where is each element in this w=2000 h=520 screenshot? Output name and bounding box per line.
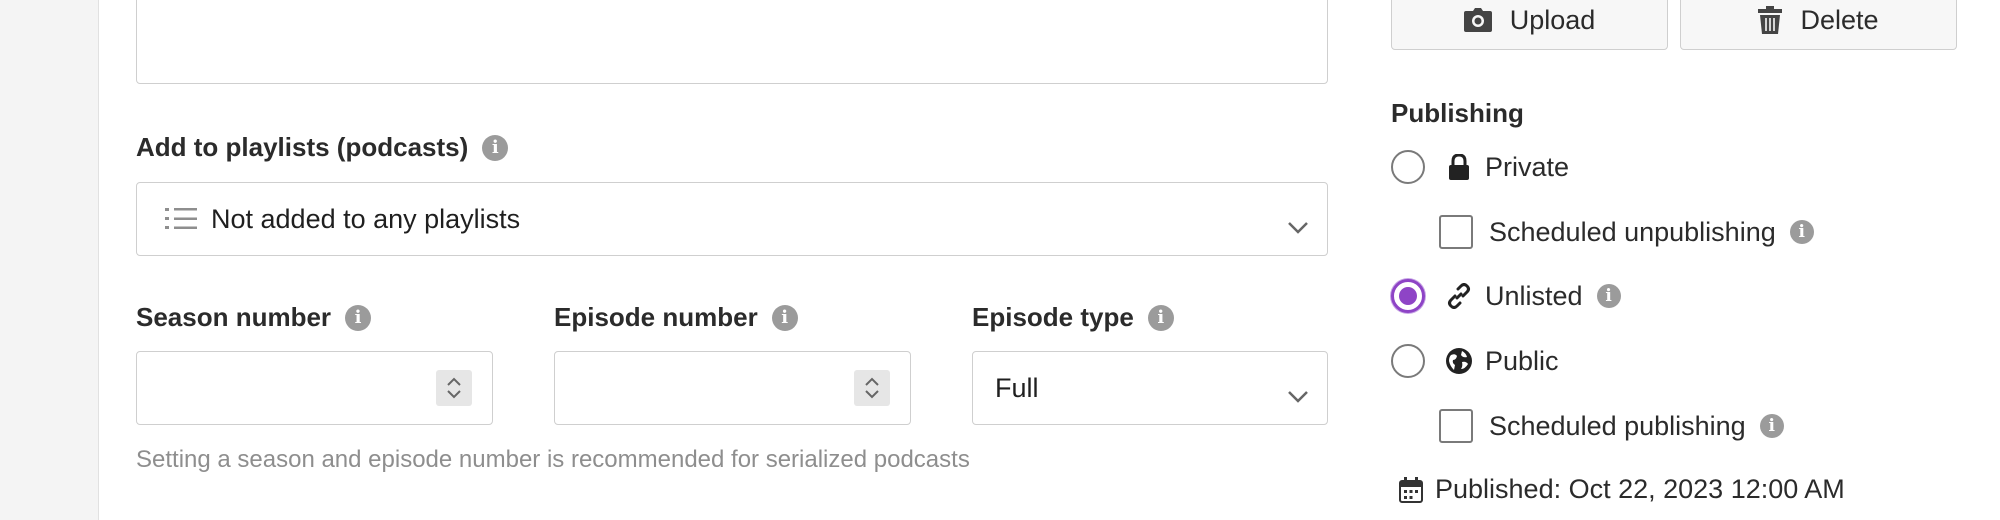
delete-button[interactable]: Delete [1680,0,1957,50]
info-icon[interactable]: i [1596,284,1621,308]
scheduled-publishing-option[interactable]: Scheduled publishing i [1439,409,1784,443]
season-number-input[interactable] [136,351,493,425]
private-label: Private [1485,151,1570,182]
episode-number-input[interactable] [554,351,911,425]
unlisted-label: Unlisted [1485,280,1583,311]
link-icon [1445,282,1473,310]
info-icon[interactable]: i [1147,304,1174,331]
scheduled-unpublishing-option[interactable]: Scheduled unpublishing i [1439,215,1814,249]
public-option[interactable]: Public [1391,344,1559,378]
public-label: Public [1485,345,1559,376]
stepper-icon[interactable] [854,370,890,406]
season-number-label-text: Season number [136,302,332,332]
unlisted-option[interactable]: Unlisted i [1391,279,1621,313]
private-option[interactable]: Private [1391,150,1569,184]
left-gutter [0,0,99,520]
private-radio[interactable] [1391,150,1425,184]
unlisted-radio[interactable] [1391,279,1425,313]
public-radio[interactable] [1391,344,1425,378]
playlists-select[interactable]: Not added to any playlists [136,182,1328,256]
episode-type-label-text: Episode type [972,302,1134,332]
info-icon[interactable]: i [1789,220,1814,244]
publishing-title: Publishing [1391,98,1524,128]
playlists-selected-value: Not added to any playlists [211,203,521,234]
list-icon [165,206,197,232]
published-date-text: Published: Oct 22, 2023 12:00 AM [1435,474,1845,504]
episode-type-select[interactable]: Full [972,351,1328,425]
scheduled-publishing-label: Scheduled publishing [1489,410,1746,441]
description-textarea[interactable] [136,0,1328,84]
info-icon[interactable]: i [771,304,798,331]
episode-type-selected-value: Full [995,372,1039,403]
episode-type-label: Episode type i [972,302,1174,333]
info-icon[interactable]: i [345,304,372,331]
calendar-icon [1397,476,1425,504]
info-icon[interactable]: i [482,134,509,161]
upload-button-label: Upload [1509,4,1596,35]
info-icon[interactable]: i [1759,414,1784,438]
playlists-label-text: Add to playlists (podcasts) [136,132,469,162]
delete-button-label: Delete [1800,4,1879,35]
chevron-down-icon [1287,211,1309,242]
scheduled-publishing-checkbox[interactable] [1439,409,1473,443]
season-number-label: Season number i [136,302,372,333]
chevron-down-icon [1287,380,1309,411]
scheduled-unpublishing-checkbox[interactable] [1439,215,1473,249]
lock-icon [1445,153,1473,181]
upload-button[interactable]: Upload [1391,0,1668,50]
scheduled-unpublishing-label: Scheduled unpublishing [1489,216,1776,247]
playlists-label: Add to playlists (podcasts) i [136,132,509,163]
episode-number-label-text: Episode number [554,302,758,332]
episode-hint-text: Setting a season and episode number is r… [136,446,970,473]
globe-icon [1445,347,1473,375]
stepper-icon[interactable] [436,370,472,406]
camera-icon [1463,8,1492,32]
episode-number-label: Episode number i [554,302,798,333]
trash-icon [1758,6,1783,34]
published-date: Published: Oct 22, 2023 12:00 AM [1397,474,1845,505]
